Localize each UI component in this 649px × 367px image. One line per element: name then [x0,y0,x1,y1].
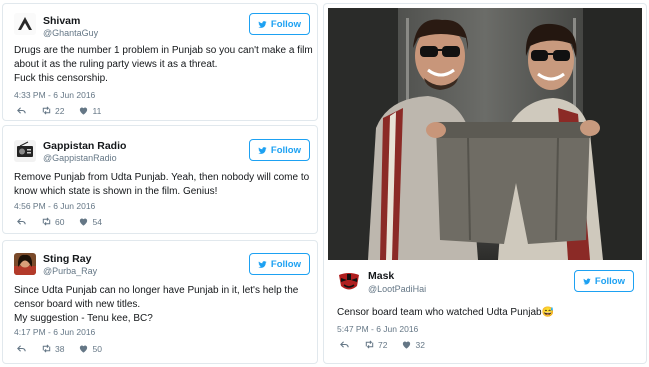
retweet-icon [42,106,51,115]
retweet-count: 72 [378,339,388,350]
twitter-bird-icon [258,20,267,28]
author-handle[interactable]: @GhantaGuy [43,28,98,38]
tweet-card: Sting Ray @Purba_Ray Follow Since Udta P… [2,240,318,364]
retweet-button[interactable]: 60 [41,216,64,227]
tweet-line: Fuck this censorship. [14,73,108,84]
tweet-card: Shivam @GhantaGuy Follow Drugs are the n… [2,3,318,121]
tweet-line-text: Censor board team who watched Udta Punja… [337,307,542,318]
reply-button[interactable] [339,339,350,350]
timestamp[interactable]: 4:56 PM - 6 Jun 2016 [14,201,95,211]
tweet-line: know which state is shown in the film. G… [14,186,218,197]
tweet-actions: 38 50 [16,343,116,354]
follow-button[interactable]: Follow [249,253,310,275]
retweet-button[interactable]: 22 [41,105,64,116]
tweet-line: Censor board team who watched Udta Punja… [337,306,554,320]
follow-button[interactable]: Follow [249,139,310,161]
tweet-actions: 60 54 [16,216,116,227]
timestamp[interactable]: 4:33 PM - 6 Jun 2016 [14,90,95,100]
tweet-line: Remove Punjab from Udta Punjab. Yeah, th… [14,172,310,183]
photo-scene [328,8,642,260]
tweet-line: Since Udta Punjab can no longer have Pun… [14,285,299,296]
retweet-button[interactable]: 38 [41,343,64,354]
tweet-card: Gappistan Radio @GappistanRadio Follow R… [2,125,318,234]
sweat-smile-emoji-icon: 😅 [541,307,555,318]
timestamp[interactable]: 4:17 PM - 6 Jun 2016 [14,327,95,337]
heart-icon [80,218,88,226]
heart-icon [80,345,88,353]
follow-label: Follow [270,144,301,156]
avatar[interactable] [14,140,36,162]
tweet-actions: 22 11 [16,105,115,116]
retweet-count: 60 [55,216,65,227]
twitter-bird-icon [258,146,267,154]
like-button[interactable]: 50 [78,343,102,354]
like-count: 32 [415,339,425,350]
follow-button[interactable]: Follow [249,13,310,35]
follow-label: Follow [270,18,301,30]
like-count: 11 [92,105,102,116]
follow-label: Follow [270,258,301,270]
reply-button[interactable] [16,105,27,116]
retweet-icon [42,344,51,353]
reply-icon [17,345,26,352]
like-button[interactable]: 11 [78,105,101,116]
author-name[interactable]: Gappistan Radio [43,140,126,152]
retweet-count: 38 [55,343,65,354]
tweet-text: Drugs are the number 1 problem in Punjab… [14,44,313,86]
follow-button[interactable]: Follow [574,270,634,292]
author-handle[interactable]: @LootPadiHai [368,284,426,294]
tweet-text: Since Udta Punjab can no longer have Pun… [14,284,298,326]
avatar[interactable] [14,253,36,275]
twitter-bird-icon [583,278,591,284]
tweet-line: about it as the ruling party views it as… [14,59,218,70]
author-name[interactable]: Mask [368,270,394,282]
tweet-line: My suggestion - Tenu kee, BC? [14,313,153,324]
like-button[interactable]: 32 [401,339,425,350]
reply-button[interactable] [16,216,27,227]
heart-icon [80,107,88,115]
avatar[interactable] [337,270,361,294]
timestamp[interactable]: 5:47 PM - 6 Jun 2016 [337,324,418,334]
tweet-actions: 72 32 [339,339,439,350]
retweet-icon [365,340,374,349]
reply-icon [340,341,349,348]
reply-button[interactable] [16,343,27,354]
tweet-media-photo[interactable] [328,8,642,260]
avatar[interactable] [14,13,36,35]
author-name[interactable]: Shivam [43,15,80,27]
retweet-count: 22 [55,105,65,116]
reply-icon [17,218,26,225]
like-count: 54 [92,216,102,227]
reply-icon [17,107,26,114]
author-handle[interactable]: @GappistanRadio [43,153,117,163]
tweet-line: censor board with new titles. [14,299,141,310]
tweet-text: Remove Punjab from Udta Punjab. Yeah, th… [14,171,309,199]
tweet-text: Censor board team who watched Udta Punja… [337,306,554,320]
tweet-card-with-media: Mask @LootPadiHai Follow Censor board te… [323,3,647,364]
retweet-icon [42,217,51,226]
heart-icon [403,341,411,349]
author-name[interactable]: Sting Ray [43,253,91,265]
like-count: 50 [92,343,102,354]
twitter-bird-icon [258,260,267,268]
like-button[interactable]: 54 [78,216,102,227]
follow-label: Follow [594,275,625,287]
author-handle[interactable]: @Purba_Ray [43,266,97,276]
retweet-button[interactable]: 72 [364,339,387,350]
tweet-line: Drugs are the number 1 problem in Punjab… [14,45,313,56]
